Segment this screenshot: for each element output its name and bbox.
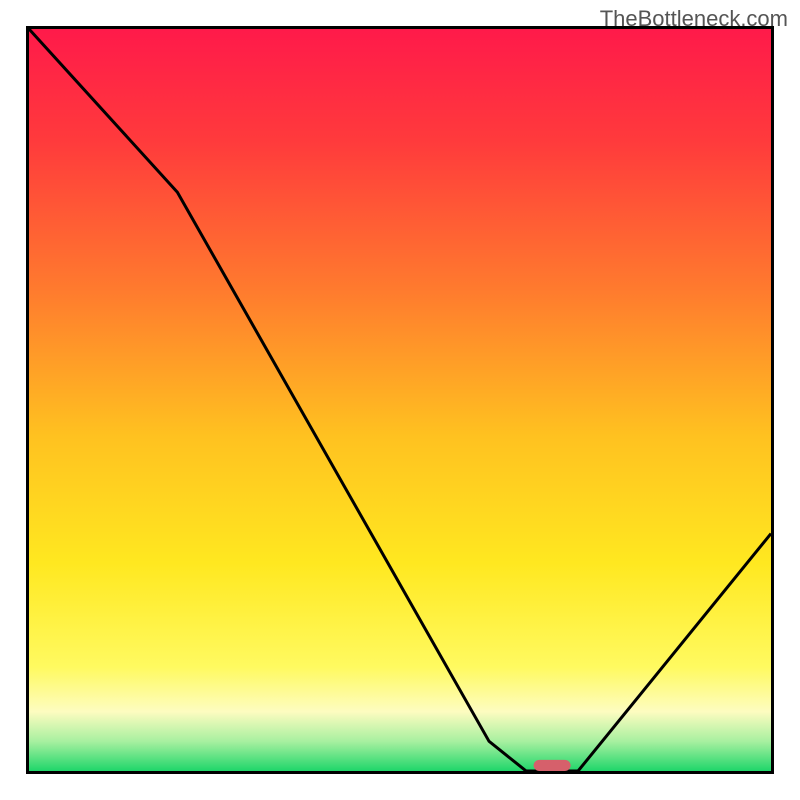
- chart-svg: [26, 26, 774, 774]
- watermark-text: TheBottleneck.com: [600, 6, 788, 32]
- optimal-marker: [534, 760, 571, 771]
- bottleneck-chart: [26, 26, 774, 774]
- gradient-background: [29, 29, 771, 771]
